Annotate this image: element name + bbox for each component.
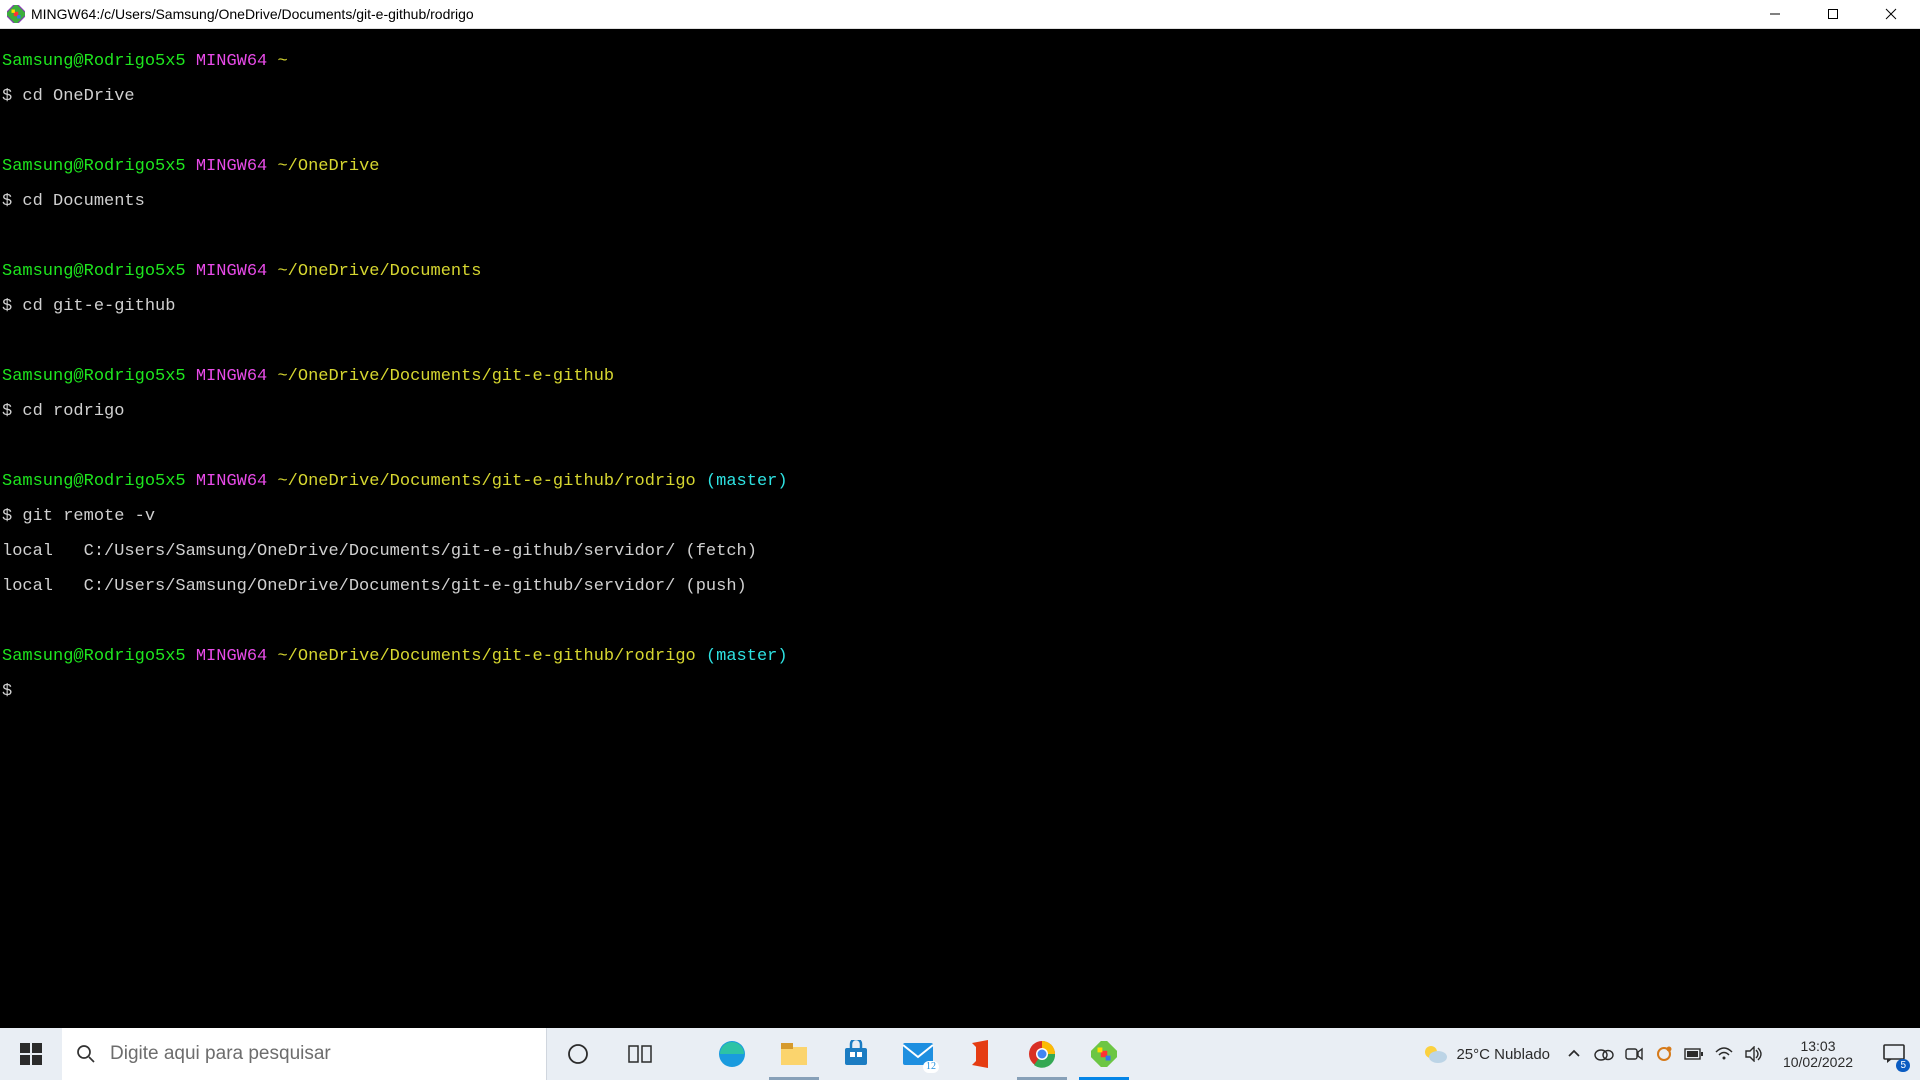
tray-volume-icon[interactable] (1744, 1044, 1764, 1064)
terminal-command: $ git remote -v (2, 508, 1916, 526)
tray-battery-icon[interactable] (1684, 1044, 1704, 1064)
prompt-userhost: Samsung@Rodrigo5x5 (2, 472, 186, 491)
taskbar-app-mail[interactable]: 12 (887, 1028, 949, 1080)
tray-update-icon[interactable] (1654, 1044, 1674, 1064)
terminal-output: local C:/Users/Samsung/OneDrive/Document… (2, 578, 1916, 596)
prompt-userhost: Samsung@Rodrigo5x5 (2, 367, 186, 386)
search-placeholder: Digite aqui para pesquisar (110, 1043, 331, 1065)
terminal-command: $ cd git-e-github (2, 298, 1916, 316)
taskbar-app-git-bash[interactable] (1073, 1028, 1135, 1080)
prompt-userhost: Samsung@Rodrigo5x5 (2, 157, 186, 176)
prompt-path: ~/OneDrive/Documents/git-e-github/rodrig… (277, 472, 695, 491)
git-bash-icon (7, 5, 25, 23)
prompt-mingw: MINGW64 (196, 52, 267, 71)
prompt-path: ~/OneDrive (277, 157, 379, 176)
weather-widget[interactable]: 25°C Nublado (1412, 1028, 1560, 1080)
terminal-command: $ cd OneDrive (2, 88, 1916, 106)
cortana-button[interactable] (547, 1028, 609, 1080)
prompt-mingw: MINGW64 (196, 647, 267, 666)
tray-onedrive-icon[interactable] (1594, 1044, 1614, 1064)
search-icon (76, 1044, 96, 1064)
tray-chevron-up-icon[interactable] (1564, 1044, 1584, 1064)
start-button[interactable] (0, 1028, 62, 1080)
weather-icon (1422, 1043, 1448, 1065)
maximize-button[interactable] (1804, 0, 1862, 29)
prompt-userhost: Samsung@Rodrigo5x5 (2, 52, 186, 71)
taskbar-app-store[interactable] (825, 1028, 887, 1080)
minimize-button[interactable] (1746, 0, 1804, 29)
window-titlebar: MINGW64:/c/Users/Samsung/OneDrive/Docume… (0, 0, 1920, 29)
notification-badge: 5 (1896, 1059, 1910, 1072)
prompt-userhost: Samsung@Rodrigo5x5 (2, 262, 186, 281)
tray-meet-now-icon[interactable] (1624, 1044, 1644, 1064)
taskbar: Digite aqui para pesquisar 12 25°C Nubla (0, 1028, 1920, 1080)
terminal-command: $ (2, 683, 1916, 701)
terminal-area[interactable]: Samsung@Rodrigo5x5 MINGW64 ~ $ cd OneDri… (0, 29, 1920, 1028)
taskbar-app-office[interactable] (949, 1028, 1011, 1080)
action-center-button[interactable]: 5 (1868, 1028, 1920, 1080)
clock-date: 10/02/2022 (1783, 1054, 1853, 1070)
taskbar-app-chrome[interactable] (1011, 1028, 1073, 1080)
taskbar-app-explorer[interactable] (763, 1028, 825, 1080)
search-box[interactable]: Digite aqui para pesquisar (62, 1028, 547, 1080)
prompt-branch: (master) (706, 647, 788, 666)
system-tray (1560, 1028, 1768, 1080)
terminal-command: $ cd rodrigo (2, 403, 1916, 421)
prompt-mingw: MINGW64 (196, 367, 267, 386)
clock-time: 13:03 (1800, 1038, 1835, 1054)
terminal-command: $ cd Documents (2, 193, 1916, 211)
weather-text: 25°C Nublado (1456, 1046, 1550, 1063)
prompt-path: ~/OneDrive/Documents/git-e-github/rodrig… (277, 647, 695, 666)
task-view-button[interactable] (609, 1028, 671, 1080)
terminal-output: local C:/Users/Samsung/OneDrive/Document… (2, 543, 1916, 561)
taskbar-app-edge[interactable] (701, 1028, 763, 1080)
tray-wifi-icon[interactable] (1714, 1044, 1734, 1064)
prompt-path: ~ (277, 52, 287, 71)
close-button[interactable] (1862, 0, 1920, 29)
taskbar-clock[interactable]: 13:03 10/02/2022 (1768, 1028, 1868, 1080)
mail-badge: 12 (923, 1061, 939, 1073)
prompt-mingw: MINGW64 (196, 472, 267, 491)
prompt-mingw: MINGW64 (196, 157, 267, 176)
prompt-branch: (master) (706, 472, 788, 491)
window-title: MINGW64:/c/Users/Samsung/OneDrive/Docume… (31, 6, 474, 22)
prompt-mingw: MINGW64 (196, 262, 267, 281)
prompt-path: ~/OneDrive/Documents/git-e-github (277, 367, 614, 386)
prompt-path: ~/OneDrive/Documents (277, 262, 481, 281)
prompt-userhost: Samsung@Rodrigo5x5 (2, 647, 186, 666)
